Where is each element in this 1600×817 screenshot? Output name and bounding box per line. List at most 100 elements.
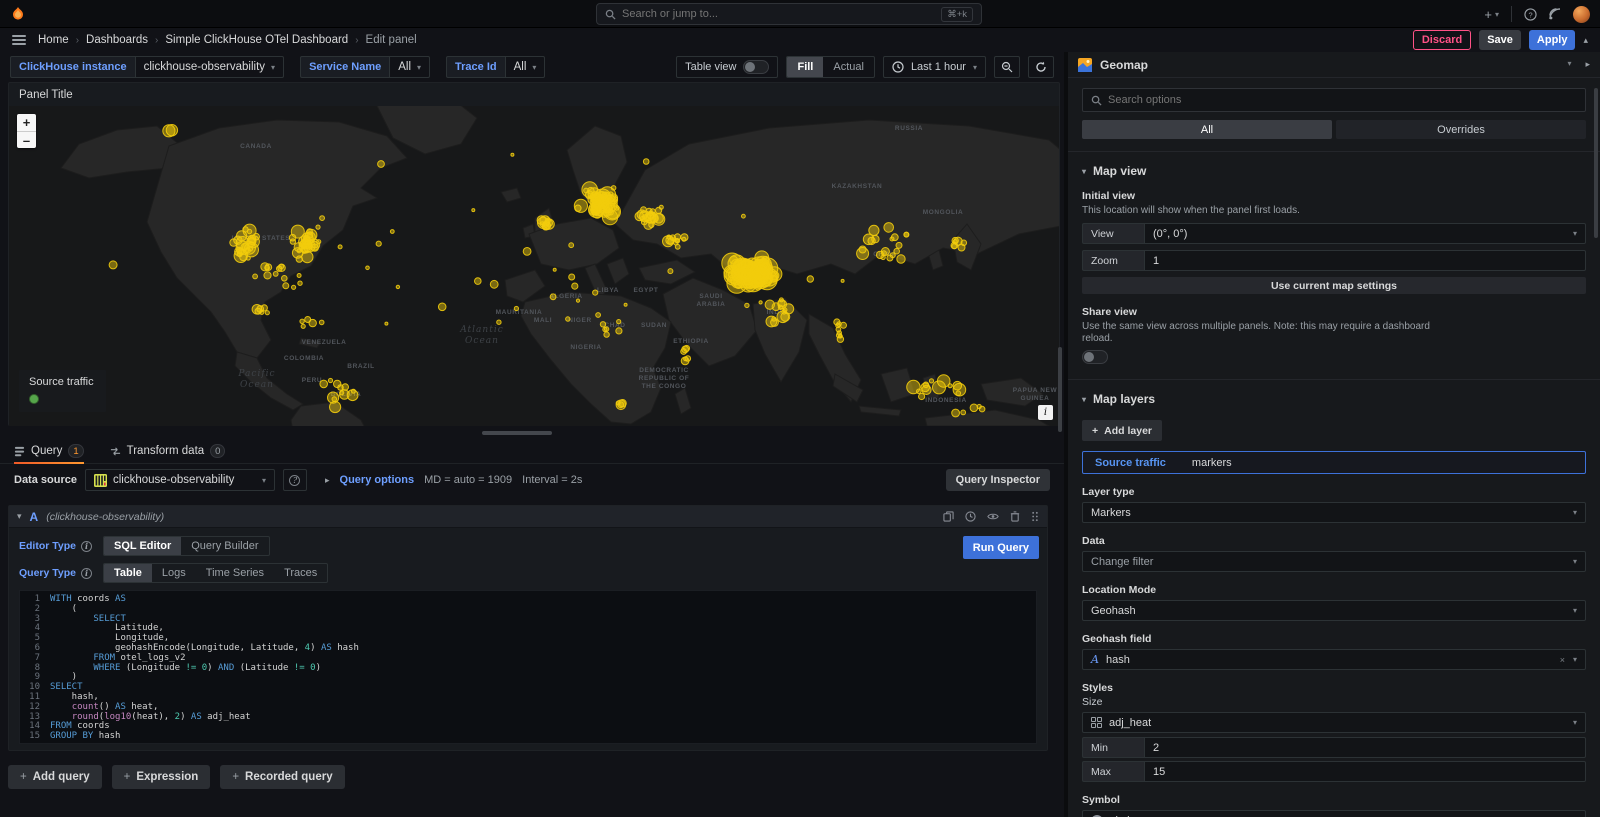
layer-row-source-traffic[interactable]: Source traffic markers [1082,451,1586,474]
recorded-query-button[interactable]: +Recorded query [220,765,344,789]
options-search[interactable] [1082,88,1586,112]
visualization-picker[interactable]: Geomap ▾ ▸ [1068,52,1600,78]
help-icon[interactable]: ? [1524,8,1537,21]
sql-editor-option[interactable]: SQL Editor [104,537,181,555]
symbol-select[interactable]: circle.svg× [1082,810,1586,817]
map-view-section-header[interactable]: ▾Map view [1082,164,1586,178]
tab-overrides[interactable]: Overrides [1336,120,1586,139]
discard-button[interactable]: Discard [1413,30,1471,50]
logs-option[interactable]: Logs [152,564,196,582]
news-rss-icon[interactable] [1549,8,1561,20]
traces-option[interactable]: Traces [274,564,327,582]
eye-icon[interactable] [987,511,999,522]
variable-value-dropdown[interactable]: All▾ [505,56,546,78]
query-datasource-name: (clickhouse-observability) [46,511,164,523]
copy-icon[interactable] [943,511,954,522]
add-layer-button[interactable]: +Add layer [1082,420,1162,441]
breadcrumb-item[interactable]: Simple ClickHouse OTel Dashboard [165,34,348,46]
variable-value-dropdown[interactable]: All▾ [389,56,430,78]
query-builder-option[interactable]: Query Builder [181,537,268,555]
divider [1511,6,1512,22]
map-marker [970,404,978,412]
map-canvas[interactable]: RUSSIACANADAUNITED STATESKAZAKHSTANMONGO… [9,106,1059,426]
sql-code-line[interactable]: 2 ( [20,605,1036,615]
clear-icon[interactable]: × [1560,655,1565,665]
apply-button[interactable]: Apply [1529,30,1576,50]
search-input[interactable] [622,8,935,20]
zoom-out-time-button[interactable] [994,56,1020,78]
tab-transform-data[interactable]: Transform data 0 [110,444,226,463]
run-query-button[interactable]: Run Query [963,536,1039,559]
zoom-out-button[interactable]: – [17,131,36,148]
time-range-picker[interactable]: Last 1 hour ▾ [883,56,986,78]
location-mode-select[interactable]: Geohash▾ [1082,600,1586,621]
left-pane-scrollbar[interactable] [1058,347,1062,432]
sql-code-line[interactable]: 3 SELECT [20,615,1036,625]
max-input[interactable]: 15 [1144,761,1586,782]
breadcrumb-item[interactable]: Dashboards [86,34,148,46]
table-view-toggle[interactable] [743,60,769,74]
datasource-picker[interactable]: clickhouse-observability ▾ [85,469,275,491]
sql-code-line[interactable]: 4 Latitude, [20,624,1036,634]
sql-code-line[interactable]: 15GROUP BY hash [20,732,1036,742]
options-search-input[interactable] [1108,94,1577,106]
breadcrumb-item[interactable]: Home [38,34,69,46]
user-avatar[interactable] [1573,6,1590,23]
zoom-in-button[interactable]: + [17,114,36,131]
share-view-toggle[interactable] [1082,350,1108,364]
actual-option[interactable]: Actual [823,57,874,77]
help-circle-icon: ? [289,475,300,486]
chevron-right-icon[interactable]: ▸ [325,475,330,486]
query-options-link[interactable]: Query options [340,474,415,486]
variable-value-dropdown[interactable]: clickhouse-observability▾ [135,56,284,78]
sql-code-line[interactable]: 9 ) [20,673,1036,683]
min-input[interactable]: 2 [1144,737,1586,758]
chevron-down-icon[interactable]: ▾ [1567,59,1571,70]
collapse-options-icon[interactable]: ▴ [1583,35,1588,46]
fill-option[interactable]: Fill [787,57,823,77]
sql-editor[interactable]: 1WITH coords AS2 (3 SELECT4 Latitude,5 L… [19,590,1037,744]
size-field-select[interactable]: adj_heat▾ [1082,712,1586,733]
history-clock-icon[interactable] [965,511,976,522]
map-layers-section-header[interactable]: ▾Map layers [1082,392,1586,406]
add-query-button[interactable]: +Add query [8,765,102,789]
sql-code-line[interactable]: 11 hash, [20,693,1036,703]
tab-query[interactable]: Query 1 [14,444,84,463]
datasource-help-button[interactable]: ? [283,469,307,491]
new-menu-button[interactable]: +▾ [1484,7,1499,22]
map-marker [600,322,605,327]
layer-type-select[interactable]: Markers▾ [1082,502,1586,523]
sql-code-line[interactable]: 13 round(log10(heat), 2) AS adj_heat [20,713,1036,723]
sql-code-line[interactable]: 1WITH coords AS [20,595,1036,605]
panel-title[interactable]: Panel Title [9,83,1059,106]
view-field-label: View [1082,223,1144,244]
query-inspector-button[interactable]: Query Inspector [946,469,1050,491]
view-field-select[interactable]: (0°, 0°)▾ [1144,223,1586,244]
drag-handle-icon[interactable] [1031,511,1039,522]
use-current-map-settings-button[interactable]: Use current map settings [1082,277,1586,294]
query-row-actions [943,511,1039,522]
map-attribution-info-button[interactable]: i [1038,405,1053,420]
data-filter-select[interactable]: Change filter▾ [1082,551,1586,572]
global-search[interactable]: ⌘+k [596,3,982,25]
tab-all[interactable]: All [1082,120,1332,139]
grafana-logo-icon[interactable] [10,6,26,22]
sql-code-line[interactable]: 8 WHERE (Longitude != 0) AND (Latitude !… [20,664,1036,674]
query-row-header[interactable]: ▾ A (clickhouse-observability) [9,506,1047,528]
refresh-button[interactable] [1028,56,1054,78]
map-marker [253,274,258,279]
panel-resize-handle[interactable] [482,431,552,435]
expression-button[interactable]: +Expression [112,765,211,789]
collapse-query-icon[interactable]: ▾ [17,511,22,522]
trash-icon[interactable] [1010,511,1020,522]
sidebar-scrollbar[interactable] [1594,88,1598,238]
sql-code-line[interactable]: 14FROM coords [20,722,1036,732]
time-series-option[interactable]: Time Series [196,564,274,582]
collapse-pane-icon[interactable]: ▸ [1585,59,1590,70]
table-option[interactable]: Table [104,564,152,582]
zoom-field-input[interactable]: 1 [1144,250,1586,271]
sql-code-line[interactable]: 10SELECT [20,683,1036,693]
geohash-field-select[interactable]: Ahash×▾ [1082,649,1586,670]
save-button[interactable]: Save [1479,30,1521,50]
menu-toggle-icon[interactable] [12,35,26,45]
